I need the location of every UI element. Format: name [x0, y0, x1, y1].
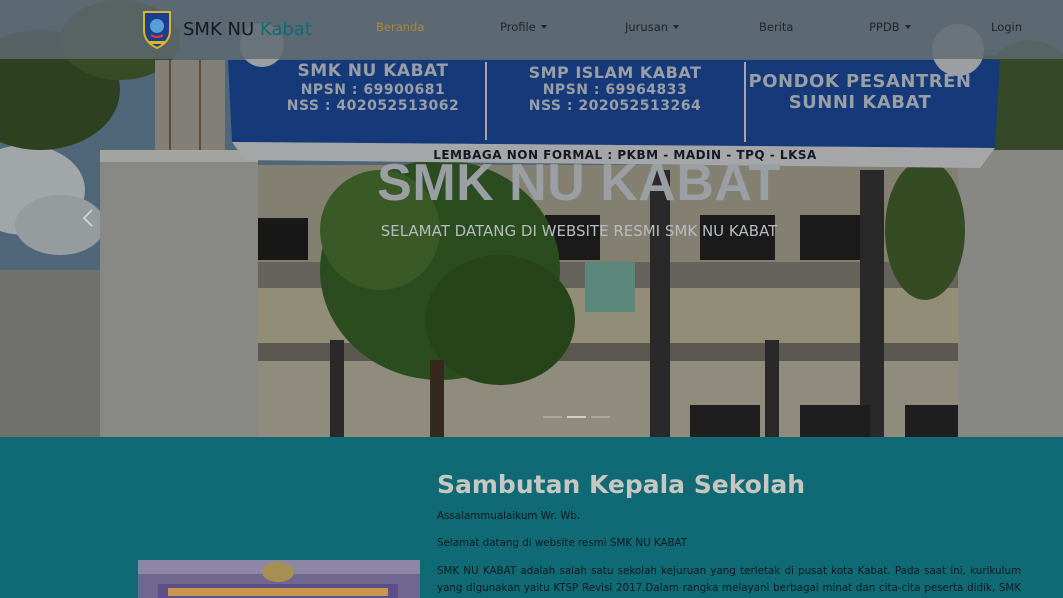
caret-down-icon: [540, 24, 547, 29]
principal-photo: [138, 560, 420, 598]
nav-login[interactable]: Login: [991, 20, 1022, 34]
carousel-indicator-1[interactable]: [543, 416, 562, 418]
top-navbar: SMK NU Kabat Beranda Profile Jurusan Ber…: [0, 0, 1063, 59]
welcome-title: Sambutan Kepala Sekolah: [437, 470, 806, 499]
caret-down-icon: [673, 24, 680, 29]
nav-beranda[interactable]: Beranda: [376, 20, 424, 34]
hero-subtitle: SELAMAT DATANG DI WEBSITE RESMI SMK NU K…: [380, 222, 778, 240]
welcome-intro: Selamat datang di website resmi SMK NU K…: [437, 537, 688, 549]
hero-overlay: [0, 0, 1063, 437]
carousel-indicator-2[interactable]: [567, 416, 586, 418]
carousel-indicator-3[interactable]: [591, 416, 610, 418]
nav-ppdb[interactable]: PPDB: [869, 20, 911, 34]
chevron-left-icon: [82, 209, 93, 227]
nav-jurusan[interactable]: Jurusan: [625, 20, 680, 34]
welcome-greeting: Assalammualaikum Wr. Wb.: [437, 510, 581, 522]
nav-profile[interactable]: Profile: [500, 20, 547, 34]
school-crest-logo: [143, 11, 171, 50]
welcome-body: SMK NU KABAT adalah salah satu sekolah k…: [437, 565, 1021, 594]
carousel-prev-button[interactable]: [76, 202, 100, 234]
brand-name: SMK NU Kabat: [183, 18, 312, 40]
nav-berita[interactable]: Berita: [759, 20, 793, 34]
hero-title: SMK NU KABAT: [377, 154, 781, 212]
caret-down-icon: [904, 24, 911, 29]
brand-home-link[interactable]: SMK NU Kabat: [141, 8, 312, 50]
hero-carousel: SMK NU KABAT NPSN : 69900681 NSS : 40205…: [0, 0, 1063, 437]
carousel-indicators: [543, 416, 610, 418]
